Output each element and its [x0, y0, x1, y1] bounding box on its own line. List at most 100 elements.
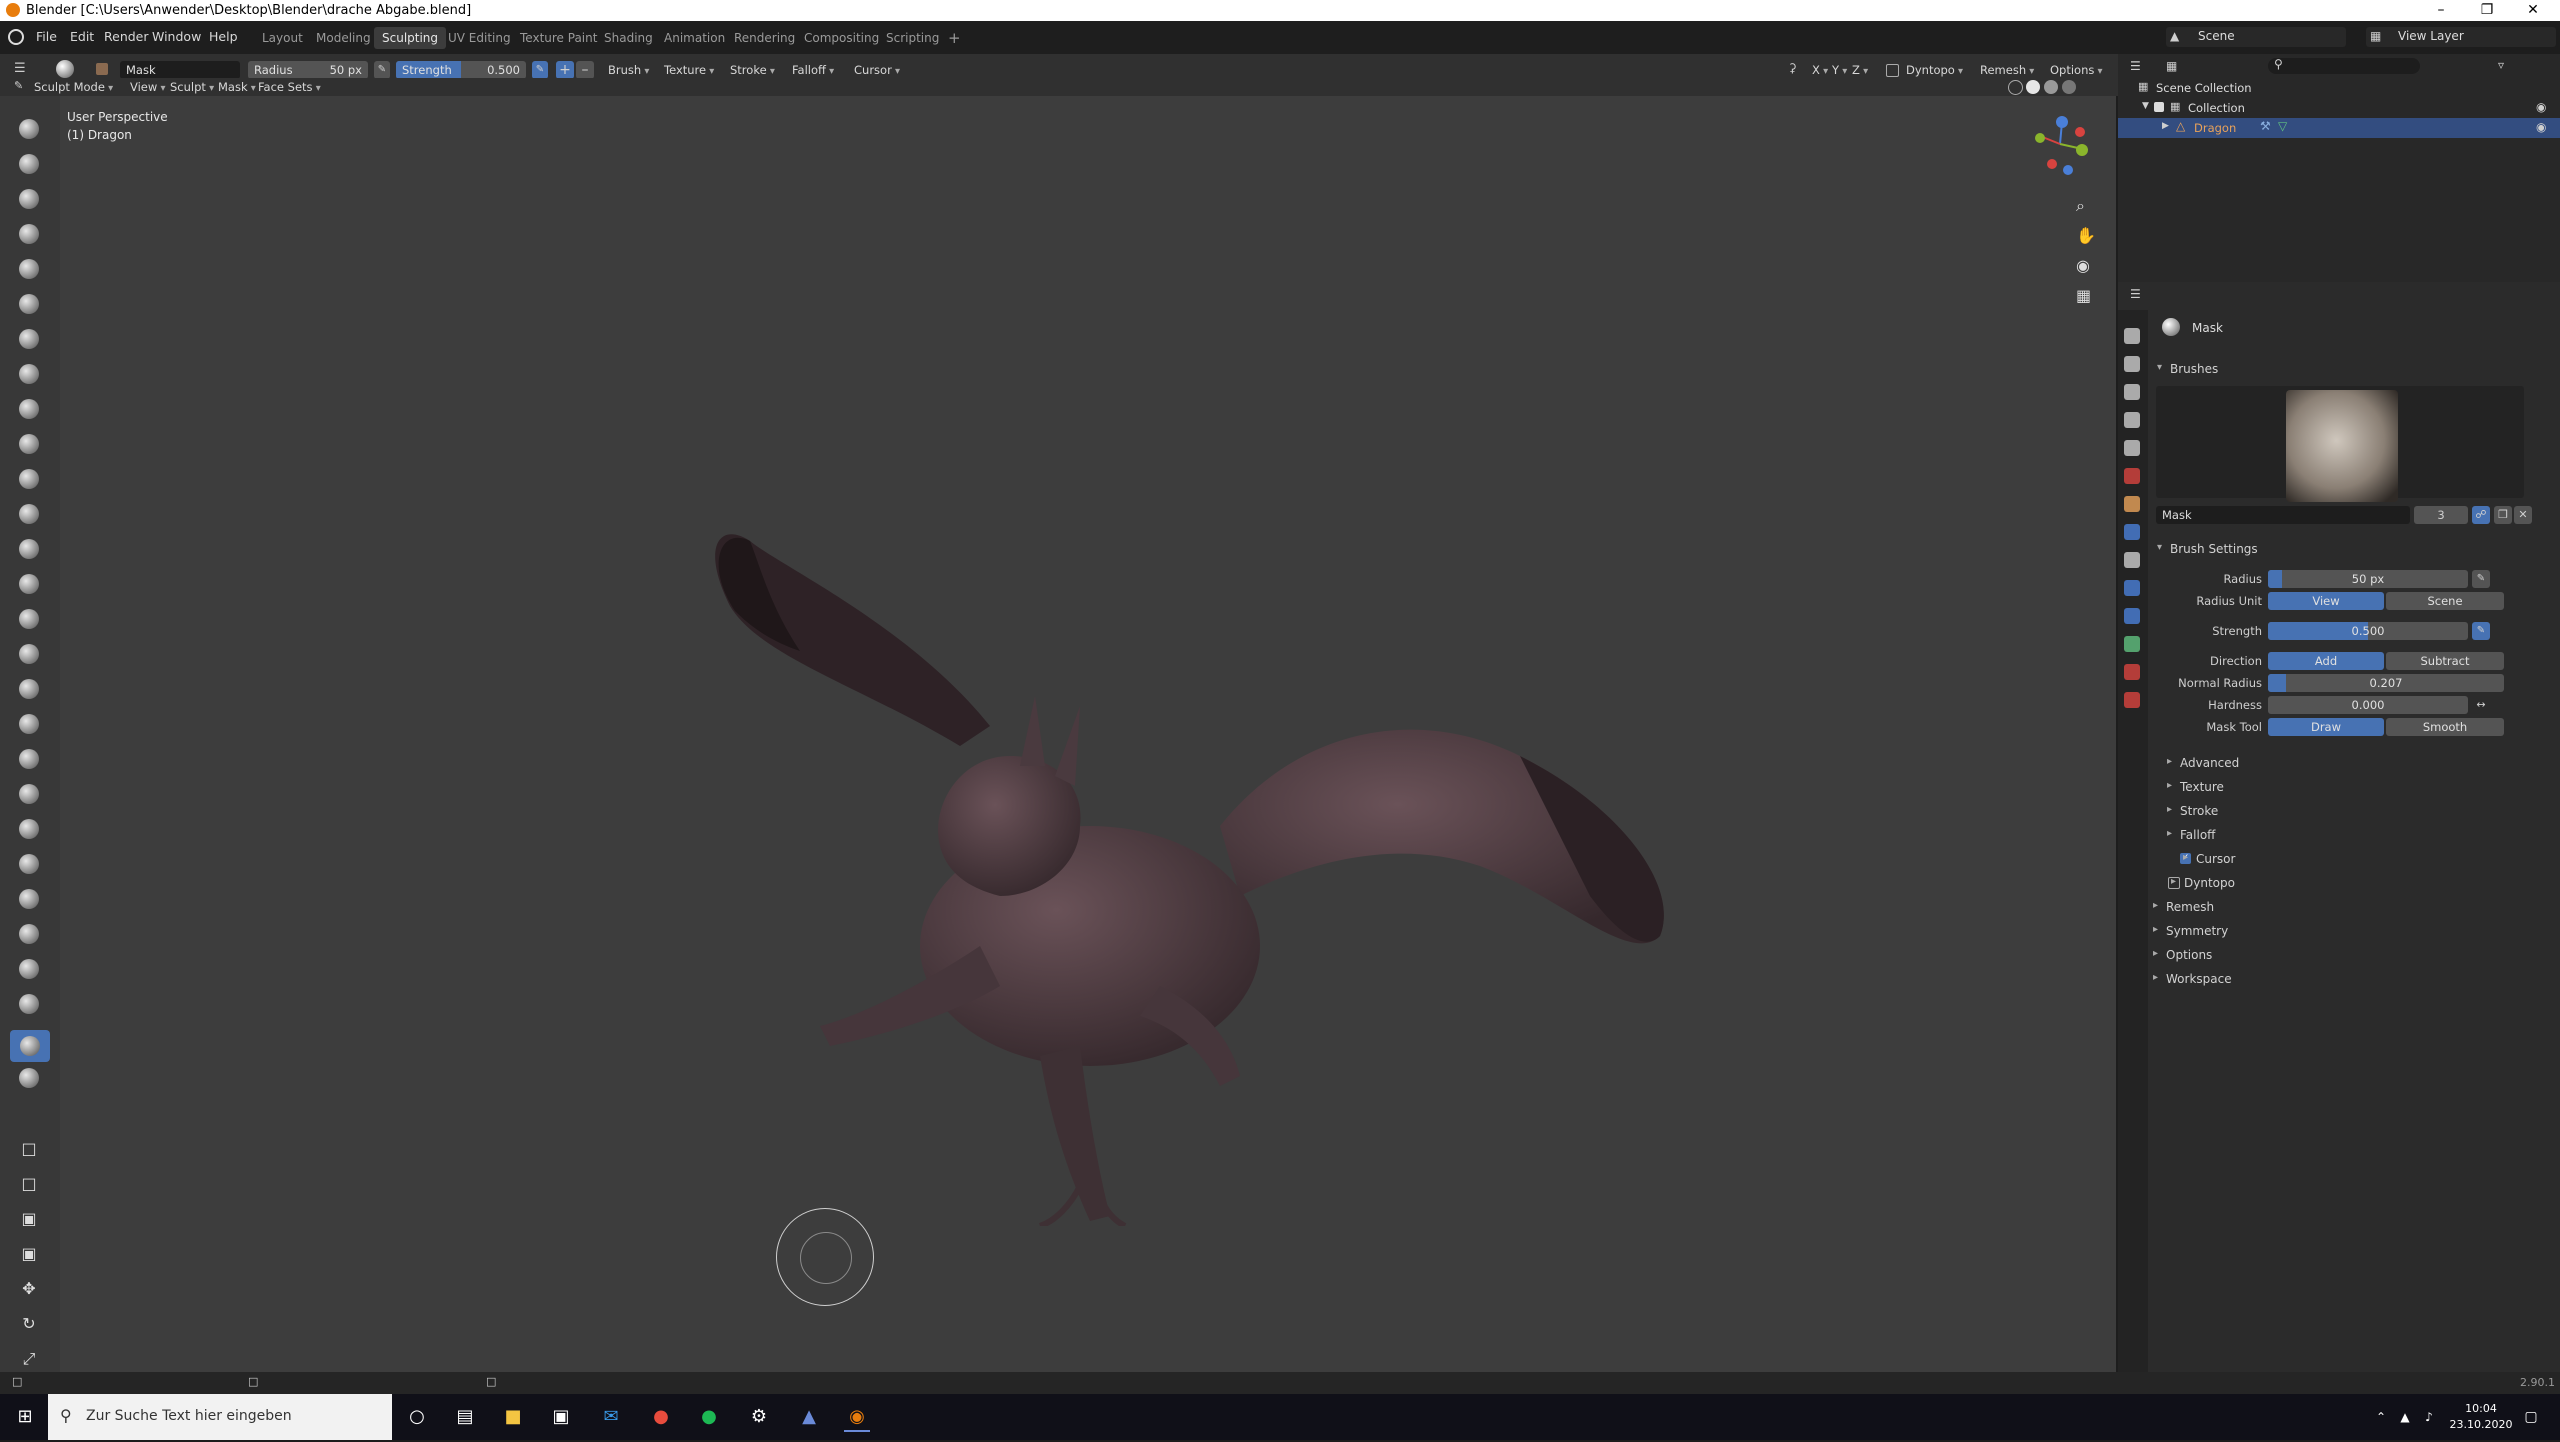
- modifiers-tab-icon[interactable]: [2124, 524, 2140, 540]
- tool-tab-icon[interactable]: [2124, 328, 2140, 344]
- symmetry-icon[interactable]: ⚳: [1788, 61, 1797, 75]
- volume-icon[interactable]: ♪: [2416, 1404, 2442, 1430]
- scrape-brush-icon[interactable]: [16, 536, 42, 562]
- ortho-toggle-icon[interactable]: ▦: [2076, 286, 2091, 305]
- display-mode-icon[interactable]: ▦: [2166, 59, 2177, 73]
- radius-pressure-icon[interactable]: ✎: [2472, 570, 2490, 588]
- material-tab-icon[interactable]: [2124, 664, 2140, 680]
- world-tab-icon[interactable]: [2124, 468, 2140, 484]
- mask-brush-icon[interactable]: [10, 1030, 50, 1062]
- direction-add[interactable]: Add: [2268, 652, 2384, 670]
- constraints-tab-icon[interactable]: [2124, 608, 2140, 624]
- radius-unit-scene[interactable]: Scene: [2386, 592, 2504, 610]
- tab-scripting[interactable]: Scripting: [878, 27, 947, 49]
- brush-thumbnail[interactable]: [2286, 390, 2398, 502]
- 3d-viewport[interactable]: User Perspective (1) Dragon ⌕ ✋ ◉ ▦: [60, 96, 2116, 1372]
- mask-tool-draw[interactable]: Draw: [2268, 718, 2384, 736]
- slide-relax-brush-icon[interactable]: [16, 886, 42, 912]
- strength-slider[interactable]: 0.500: [2268, 622, 2468, 640]
- tab-sculpting[interactable]: Sculpting: [374, 27, 447, 49]
- tab-texture-paint[interactable]: Texture Paint: [512, 27, 605, 49]
- tab-layout[interactable]: Layout: [254, 27, 311, 49]
- brush-dropdown[interactable]: Brush: [608, 61, 649, 79]
- editor-type-icon[interactable]: ☰: [14, 61, 36, 77]
- maximize-button[interactable]: ❐: [2464, 0, 2510, 21]
- outliner-search-input[interactable]: [2268, 58, 2420, 74]
- collection-checkbox[interactable]: [2154, 102, 2164, 112]
- taskbar-time[interactable]: 10:04: [2456, 1402, 2506, 1415]
- hardness-invert-icon[interactable]: ↔: [2472, 696, 2490, 714]
- multiplane-scrape-brush-icon[interactable]: [16, 571, 42, 597]
- pan-hand-icon[interactable]: ✋: [2076, 226, 2096, 245]
- fake-user-shield-icon[interactable]: ☍: [2472, 506, 2490, 524]
- cortana-icon[interactable]: ○: [404, 1404, 430, 1430]
- rotate-tool-icon[interactable]: ↻: [16, 1311, 42, 1337]
- radius-unit-view[interactable]: View: [2268, 592, 2384, 610]
- strength-pressure-icon[interactable]: ✎: [532, 61, 548, 79]
- advanced-subsection[interactable]: Advanced: [2167, 756, 2239, 770]
- radius-pressure-icon[interactable]: ✎: [374, 61, 390, 79]
- axis-x-toggle[interactable]: X: [1812, 61, 1828, 79]
- unlink-brush-icon[interactable]: ✕: [2514, 506, 2532, 524]
- brush-browse-icon[interactable]: [96, 63, 108, 75]
- radius-field[interactable]: Radius 50 px: [248, 61, 368, 79]
- particles-tab-icon[interactable]: [2124, 552, 2140, 568]
- render-tab-icon[interactable]: [2124, 356, 2140, 372]
- crease-brush-icon[interactable]: [16, 396, 42, 422]
- object-tab-icon[interactable]: [2124, 496, 2140, 512]
- smooth-brush-icon[interactable]: [16, 431, 42, 457]
- tray-chevron-icon[interactable]: ⌃: [2368, 1404, 2394, 1430]
- menu-render[interactable]: Render: [104, 29, 149, 44]
- scene-selector[interactable]: ▲ Scene: [2166, 27, 2346, 47]
- chrome-icon[interactable]: ●: [648, 1404, 674, 1430]
- options-dropdown[interactable]: Options: [2050, 61, 2103, 79]
- view-layer-selector[interactable]: ▦ View Layer: [2366, 27, 2556, 47]
- brush-preview-panel[interactable]: [2156, 386, 2524, 502]
- blender-taskbar-icon[interactable]: ◉: [844, 1404, 870, 1432]
- viewport-shading-buttons[interactable]: [2008, 80, 2098, 95]
- minimize-button[interactable]: –: [2418, 0, 2464, 21]
- tab-rendering[interactable]: Rendering: [726, 27, 803, 49]
- tab-compositing[interactable]: Compositing: [796, 27, 887, 49]
- camera-view-icon[interactable]: ◉: [2076, 256, 2090, 275]
- brush-slot-field[interactable]: Mask: [2156, 506, 2410, 524]
- snake-hook-brush-icon[interactable]: [16, 711, 42, 737]
- cloth-brush-icon[interactable]: [16, 956, 42, 982]
- cursor-dropdown[interactable]: Cursor: [854, 61, 900, 79]
- brush-users-count[interactable]: 3: [2414, 506, 2468, 524]
- network-icon[interactable]: ▲: [2392, 1404, 2418, 1430]
- axis-y-toggle[interactable]: Y: [1832, 61, 1847, 79]
- dyntopo-section[interactable]: Dyntopo: [2171, 876, 2235, 890]
- menu-face-sets[interactable]: Face Sets: [258, 78, 321, 96]
- simplify-brush-icon[interactable]: [16, 991, 42, 1017]
- outliner-row-scene-collection[interactable]: ▦ Scene Collection: [2118, 78, 2560, 98]
- blender-menu-icon[interactable]: [8, 29, 24, 45]
- notification-icon[interactable]: ▢: [2518, 1404, 2544, 1430]
- menu-view[interactable]: View: [130, 78, 166, 96]
- inflate-brush-icon[interactable]: [16, 326, 42, 352]
- workspace-section[interactable]: Workspace: [2153, 972, 2232, 986]
- tab-shading[interactable]: Shading: [596, 27, 661, 49]
- tab-animation[interactable]: Animation: [656, 27, 733, 49]
- boundary-brush-icon[interactable]: [16, 921, 42, 947]
- move-tool-icon[interactable]: ✥: [16, 1276, 42, 1302]
- physics-tab-icon[interactable]: [2124, 580, 2140, 596]
- zoom-icon[interactable]: ⌕: [2076, 196, 2085, 216]
- draw-sharp-brush-icon[interactable]: [16, 151, 42, 177]
- wireframe-shading-icon[interactable]: [2008, 80, 2023, 95]
- nudge-brush-icon[interactable]: [16, 816, 42, 842]
- texture-tab-icon[interactable]: [2124, 692, 2140, 708]
- menu-window[interactable]: Window: [152, 29, 201, 44]
- dyntopo-checkbox[interactable]: [1886, 64, 1899, 77]
- rendered-shading-icon[interactable]: [2062, 80, 2076, 94]
- radius-slider[interactable]: 50 px: [2268, 570, 2468, 588]
- elastic-deform-brush-icon[interactable]: [16, 676, 42, 702]
- thumb-brush-icon[interactable]: [16, 746, 42, 772]
- navigation-gizmo[interactable]: [2020, 114, 2100, 184]
- close-button[interactable]: ✕: [2510, 0, 2556, 21]
- options-section[interactable]: Options: [2153, 948, 2212, 962]
- cursor-subsection[interactable]: Cursor: [2183, 852, 2236, 866]
- tab-modeling[interactable]: Modeling: [308, 27, 379, 49]
- menu-mask[interactable]: Mask: [218, 78, 256, 96]
- rotate-brush-icon[interactable]: [16, 851, 42, 877]
